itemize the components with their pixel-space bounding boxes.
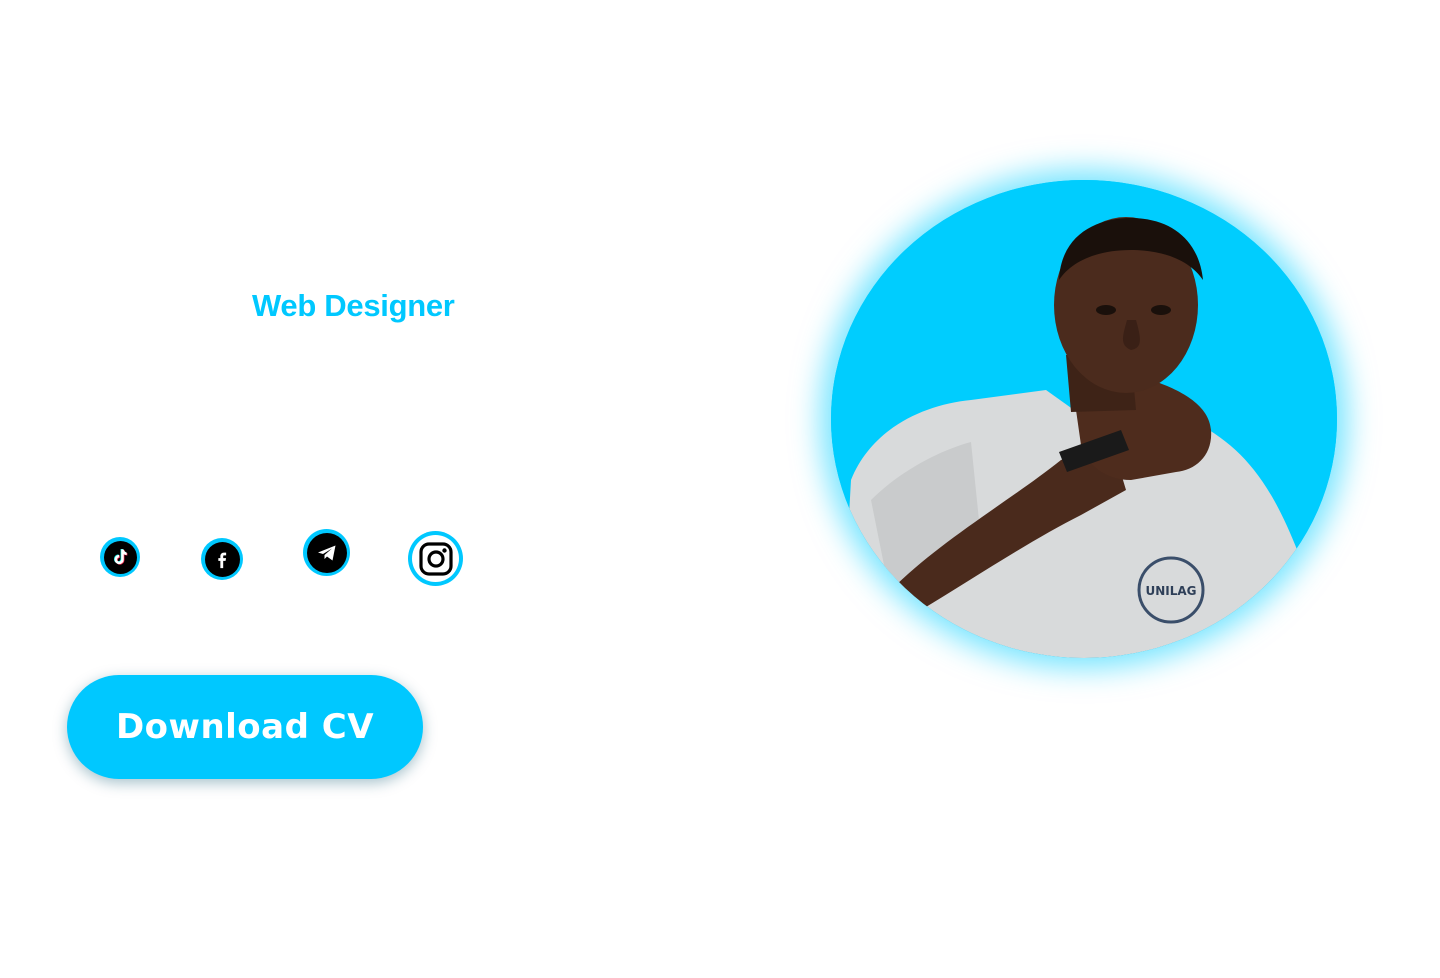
tiktok-link[interactable]	[100, 537, 140, 577]
profile-photo: UNILAG	[831, 180, 1337, 658]
instagram-link[interactable]	[408, 531, 463, 586]
role-title: Web Designer	[252, 288, 455, 323]
download-cv-button[interactable]: Download CV	[67, 675, 423, 779]
facebook-icon	[204, 541, 240, 577]
instagram-icon	[412, 535, 459, 582]
tiktok-icon	[103, 540, 137, 574]
telegram-icon	[306, 532, 347, 573]
page: Web Designer Download CV UNILAG	[0, 0, 1440, 978]
facebook-link[interactable]	[201, 538, 243, 580]
svg-text:UNILAG: UNILAG	[1145, 584, 1196, 598]
telegram-link[interactable]	[303, 529, 350, 576]
